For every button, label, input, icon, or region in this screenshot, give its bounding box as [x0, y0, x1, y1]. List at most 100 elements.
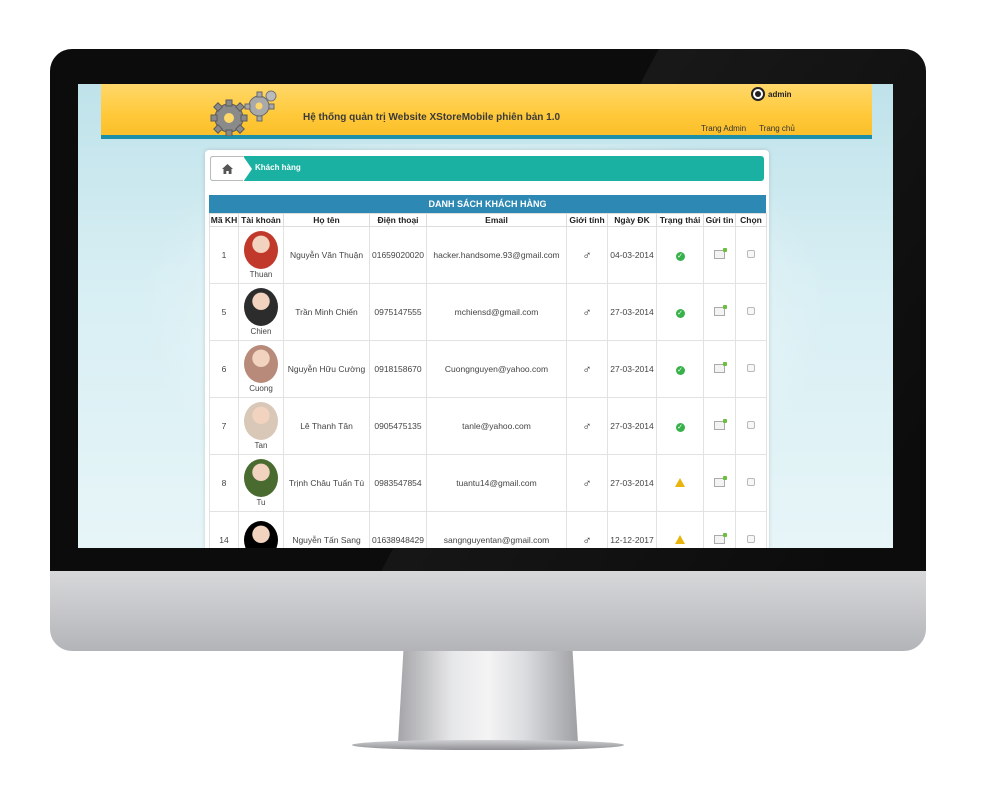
- status-cell: ✓: [656, 340, 704, 398]
- table-row[interactable]: 5 Chien Trần Minh Chiến 0975147555 mchiensd@…: [209, 283, 767, 341]
- avatar: [244, 402, 278, 440]
- content-panel: Khách hàng DANH SÁCH KHÁCH HÀNG Mã KH Tài…: [205, 150, 769, 548]
- gender-cell: ♂: [566, 511, 608, 548]
- customer-email[interactable]: tanle@yahoo.com: [426, 397, 567, 455]
- select-checkbox[interactable]: [747, 364, 755, 372]
- status-warning-icon: [675, 534, 685, 544]
- send-mail-icon[interactable]: [714, 361, 727, 373]
- registration-date: 04-03-2014: [607, 226, 657, 284]
- select-cell[interactable]: [735, 340, 767, 398]
- customer-email[interactable]: hacker.handsome.93@gmail.com: [426, 226, 567, 284]
- customer-phone: 0975147555: [369, 283, 427, 341]
- account-name: Tu: [256, 498, 266, 507]
- account-cell: Chien: [238, 283, 284, 341]
- customer-email[interactable]: Cuongnguyen@yahoo.com: [426, 340, 567, 398]
- table-row[interactable]: 6 Cuong Nguyễn Hữu Cường 0918158670 Cuongngu…: [209, 340, 767, 398]
- site-title: Hệ thống quản trị Website XStoreMobile p…: [303, 112, 561, 123]
- breadcrumb-home[interactable]: [210, 156, 252, 182]
- status-warning-icon: [675, 477, 685, 487]
- send-message-cell[interactable]: [703, 454, 736, 512]
- customer-id: 6: [209, 340, 239, 398]
- customer-email[interactable]: tuantu14@gmail.com: [426, 454, 567, 512]
- send-message-cell[interactable]: [703, 340, 736, 398]
- gender-cell: ♂: [566, 454, 608, 512]
- admin-user[interactable]: admin: [751, 86, 792, 102]
- column-header: Ngày ĐK: [607, 213, 657, 227]
- send-message-cell[interactable]: [703, 397, 736, 455]
- status-ok-icon: ✓: [675, 308, 685, 318]
- male-icon: ♂: [582, 362, 592, 376]
- gender-cell: ♂: [566, 283, 608, 341]
- customer-phone: 0918158670: [369, 340, 427, 398]
- admin-avatar-icon: [751, 87, 765, 101]
- account-cell: Tu: [238, 454, 284, 512]
- screen: Hệ thống quản trị Website XStoreMobile p…: [78, 84, 893, 548]
- column-header: Gửi tin: [703, 213, 736, 227]
- customers-table: Mã KH Tài khoản Họ tên Điện thoại Email Giới …: [209, 213, 767, 548]
- avatar: [244, 288, 278, 326]
- customer-name: Trịnh Châu Tuấn Tú: [283, 454, 370, 512]
- send-message-cell[interactable]: [703, 511, 736, 548]
- customer-email[interactable]: sangnguyentan@gmail.com: [426, 511, 567, 548]
- monitor-chin: [50, 571, 926, 651]
- table-row[interactable]: 1 Thuan Nguyễn Văn Thuận 01659020020 hacker.…: [209, 226, 767, 284]
- status-ok-icon: ✓: [675, 251, 685, 261]
- account-cell: [238, 511, 284, 548]
- customer-email[interactable]: mchiensd@gmail.com: [426, 283, 567, 341]
- select-checkbox[interactable]: [747, 421, 755, 429]
- send-message-cell[interactable]: [703, 283, 736, 341]
- account-name: Chien: [250, 327, 272, 336]
- send-mail-icon[interactable]: [714, 247, 727, 259]
- breadcrumb-current[interactable]: Khách hàng: [255, 163, 301, 172]
- select-checkbox[interactable]: [747, 250, 755, 258]
- column-header: Chọn: [735, 213, 767, 227]
- registration-date: 12-12-2017: [607, 511, 657, 548]
- send-mail-icon[interactable]: [714, 475, 727, 487]
- select-cell[interactable]: [735, 283, 767, 341]
- column-header: Trạng thái: [656, 213, 704, 227]
- account-cell: Cuong: [238, 340, 284, 398]
- customer-id: 8: [209, 454, 239, 512]
- gender-cell: ♂: [566, 397, 608, 455]
- customer-name: Lê Thanh Tân: [283, 397, 370, 455]
- column-header: Email: [426, 213, 567, 227]
- customer-name: Trần Minh Chiến: [283, 283, 370, 341]
- registration-date: 27-03-2014: [607, 397, 657, 455]
- monitor-stand-base: [352, 740, 624, 750]
- avatar: [244, 345, 278, 383]
- select-checkbox[interactable]: [747, 478, 755, 486]
- select-cell[interactable]: [735, 454, 767, 512]
- column-header: Họ tên: [283, 213, 370, 227]
- home-icon: [221, 163, 233, 174]
- send-mail-icon[interactable]: [714, 532, 727, 544]
- select-cell[interactable]: [735, 511, 767, 548]
- avatar: [244, 520, 278, 548]
- select-checkbox[interactable]: [747, 307, 755, 315]
- status-ok-icon: ✓: [675, 365, 685, 375]
- send-message-cell[interactable]: [703, 226, 736, 284]
- account-cell: Tan: [238, 397, 284, 455]
- breadcrumb: Khách hàng: [210, 156, 764, 182]
- account-name: Cuong: [249, 384, 273, 393]
- status-cell: ✓: [656, 283, 704, 341]
- male-icon: ♂: [582, 476, 592, 490]
- select-cell[interactable]: [735, 397, 767, 455]
- column-header: Mã KH: [209, 213, 239, 227]
- select-checkbox[interactable]: [747, 535, 755, 543]
- send-mail-icon[interactable]: [714, 304, 727, 316]
- customer-id: 14: [209, 511, 239, 548]
- table-row[interactable]: 8 Tu Trịnh Châu Tuấn Tú 0983547854 tuantu14@…: [209, 454, 767, 512]
- link-trang-chu[interactable]: Trang chủ: [759, 124, 795, 133]
- top-links: Trang Admin Trang chủ: [701, 124, 795, 133]
- link-trang-admin[interactable]: Trang Admin: [701, 124, 746, 133]
- table-body: 1 Thuan Nguyễn Văn Thuận 01659020020 hacker.…: [209, 226, 767, 548]
- table-row[interactable]: 7 Tan Lê Thanh Tân 0905475135 tanle@yahoo.co…: [209, 397, 767, 455]
- table-row[interactable]: 14 Nguyễn Tấn Sang 01638948429 sangnguyenta…: [209, 511, 767, 548]
- account-name: Tan: [254, 441, 268, 450]
- select-cell[interactable]: [735, 226, 767, 284]
- avatar: [244, 231, 278, 269]
- status-cell: ✓: [656, 397, 704, 455]
- gears-logo-icon: [210, 90, 277, 136]
- registration-date: 27-03-2014: [607, 454, 657, 512]
- send-mail-icon[interactable]: [714, 418, 727, 430]
